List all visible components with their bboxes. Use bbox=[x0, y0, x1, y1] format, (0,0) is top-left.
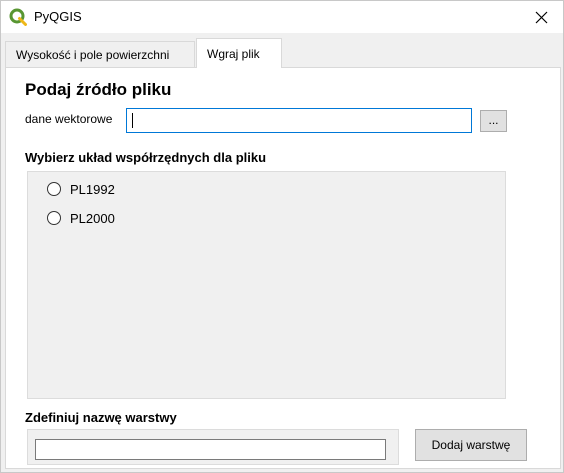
close-button[interactable] bbox=[519, 1, 563, 33]
tab-panel-load-file: Podaj źródło pliku dane wektorowe ... Wy… bbox=[5, 67, 561, 469]
radio-pl2000[interactable]: PL2000 bbox=[47, 209, 115, 227]
radio-button-icon[interactable] bbox=[47, 211, 61, 225]
text-caret bbox=[132, 113, 133, 128]
source-heading: Podaj źródło pliku bbox=[25, 80, 172, 99]
close-icon bbox=[535, 11, 548, 24]
vector-data-input[interactable] bbox=[126, 108, 472, 133]
radio-pl1992[interactable]: PL1992 bbox=[47, 180, 115, 198]
radio-button-icon[interactable] bbox=[47, 182, 61, 196]
layer-name-group-box bbox=[27, 429, 399, 465]
tab-load-file[interactable]: Wgraj plik bbox=[196, 38, 282, 68]
crs-heading: Wybierz układ współrzędnych dla pliku bbox=[25, 150, 267, 165]
qgis-logo-icon bbox=[9, 8, 27, 26]
title-bar: PyQGIS bbox=[1, 1, 563, 33]
pyqgis-window: PyQGIS Wysokość i pole powierzchni Wgraj… bbox=[0, 0, 564, 473]
vector-data-label: dane wektorowe bbox=[25, 112, 113, 126]
crs-group-box: PL1992 PL2000 bbox=[27, 171, 506, 399]
add-layer-button[interactable]: Dodaj warstwę bbox=[415, 429, 527, 461]
browse-button[interactable]: ... bbox=[480, 110, 507, 132]
radio-label-pl1992: PL1992 bbox=[70, 181, 115, 197]
layer-name-heading: Zdefiniuj nazwę warstwy bbox=[25, 410, 177, 425]
radio-label-pl2000: PL2000 bbox=[70, 210, 115, 226]
tab-area[interactable]: Wysokość i pole powierzchni bbox=[5, 41, 195, 67]
window-title: PyQGIS bbox=[34, 9, 82, 24]
layer-name-input[interactable] bbox=[35, 439, 386, 460]
